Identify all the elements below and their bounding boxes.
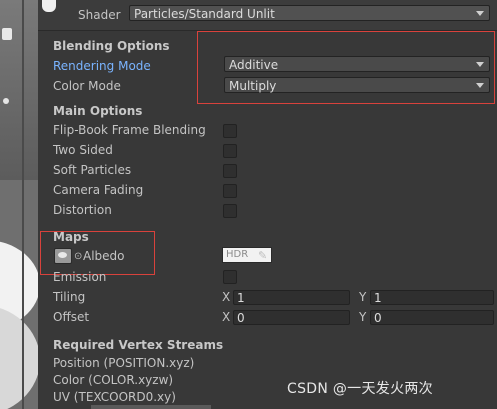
offset-label: Offset — [53, 310, 90, 324]
tiling-label: Tiling — [53, 290, 86, 304]
stream-uv: UV (TEXCOORD0.xy) — [53, 390, 176, 404]
distortion-checkbox[interactable] — [223, 204, 237, 218]
watermark-text: CSDN @一天发火两次 — [287, 381, 433, 397]
tiling-y-value: 1 — [374, 291, 382, 305]
scene-view-strip — [0, 0, 38, 409]
shader-label: Shader — [78, 8, 121, 22]
stream-color: Color (COLOR.xyzw) — [53, 373, 174, 387]
highlight-box-blending — [197, 31, 495, 104]
offset-x-axis-label: X — [222, 310, 231, 324]
chevron-down-icon — [476, 11, 484, 16]
camera-fading-checkbox[interactable] — [223, 184, 237, 198]
emission-checkbox[interactable] — [223, 270, 237, 284]
offset-x-value: 0 — [237, 311, 245, 325]
streams-list-bar — [91, 405, 211, 409]
shader-dropdown-value: Particles/Standard Unlit — [134, 7, 275, 21]
scene-sky — [0, 0, 38, 180]
tiling-x-axis-label: X — [222, 290, 231, 304]
hdr-label: HDR — [226, 249, 249, 260]
inspector-panel: Shader Particles/Standard Unlit Blending… — [38, 0, 497, 409]
shader-dropdown[interactable]: Particles/Standard Unlit — [129, 5, 490, 21]
offset-y-value: 0 — [374, 311, 382, 325]
two-sided-checkbox[interactable] — [223, 144, 237, 158]
emission-label: Emission — [53, 270, 107, 284]
soft-particles-label: Soft Particles — [53, 163, 132, 177]
shader-row: Shader Particles/Standard Unlit — [38, 0, 497, 31]
distortion-label: Distortion — [53, 203, 112, 217]
vertex-streams-heading: Required Vertex Streams — [53, 338, 224, 352]
main-options-heading: Main Options — [53, 104, 143, 118]
tiling-y-field[interactable]: 1 — [370, 290, 494, 305]
scene-divider — [22, 0, 24, 409]
blending-options-heading: Blending Options — [53, 39, 170, 53]
scene-object-marker — [2, 28, 12, 40]
highlight-box-albedo — [40, 231, 155, 275]
scene-dot — [3, 98, 9, 104]
tiling-x-field[interactable]: 1 — [233, 290, 350, 305]
soft-particles-checkbox[interactable] — [223, 164, 237, 178]
scene-grey-disc — [0, 305, 38, 409]
flipbook-blending-checkbox[interactable] — [223, 124, 237, 138]
color-mode-label: Color Mode — [53, 79, 121, 93]
rendering-mode-label[interactable]: Rendering Mode — [53, 59, 151, 73]
material-icon — [42, 0, 56, 12]
offset-y-field[interactable]: 0 — [370, 310, 494, 325]
two-sided-label: Two Sided — [53, 143, 113, 157]
camera-fading-label: Camera Fading — [53, 183, 144, 197]
tiling-x-value: 1 — [237, 291, 245, 305]
eyedropper-icon[interactable]: ✎ — [258, 249, 267, 262]
offset-y-axis-label: Y — [359, 310, 367, 324]
tiling-y-axis-label: Y — [359, 290, 367, 304]
flipbook-blending-label: Flip-Book Frame Blending — [53, 123, 206, 137]
offset-x-field[interactable]: 0 — [233, 310, 350, 325]
stream-position: Position (POSITION.xyz) — [53, 356, 195, 370]
